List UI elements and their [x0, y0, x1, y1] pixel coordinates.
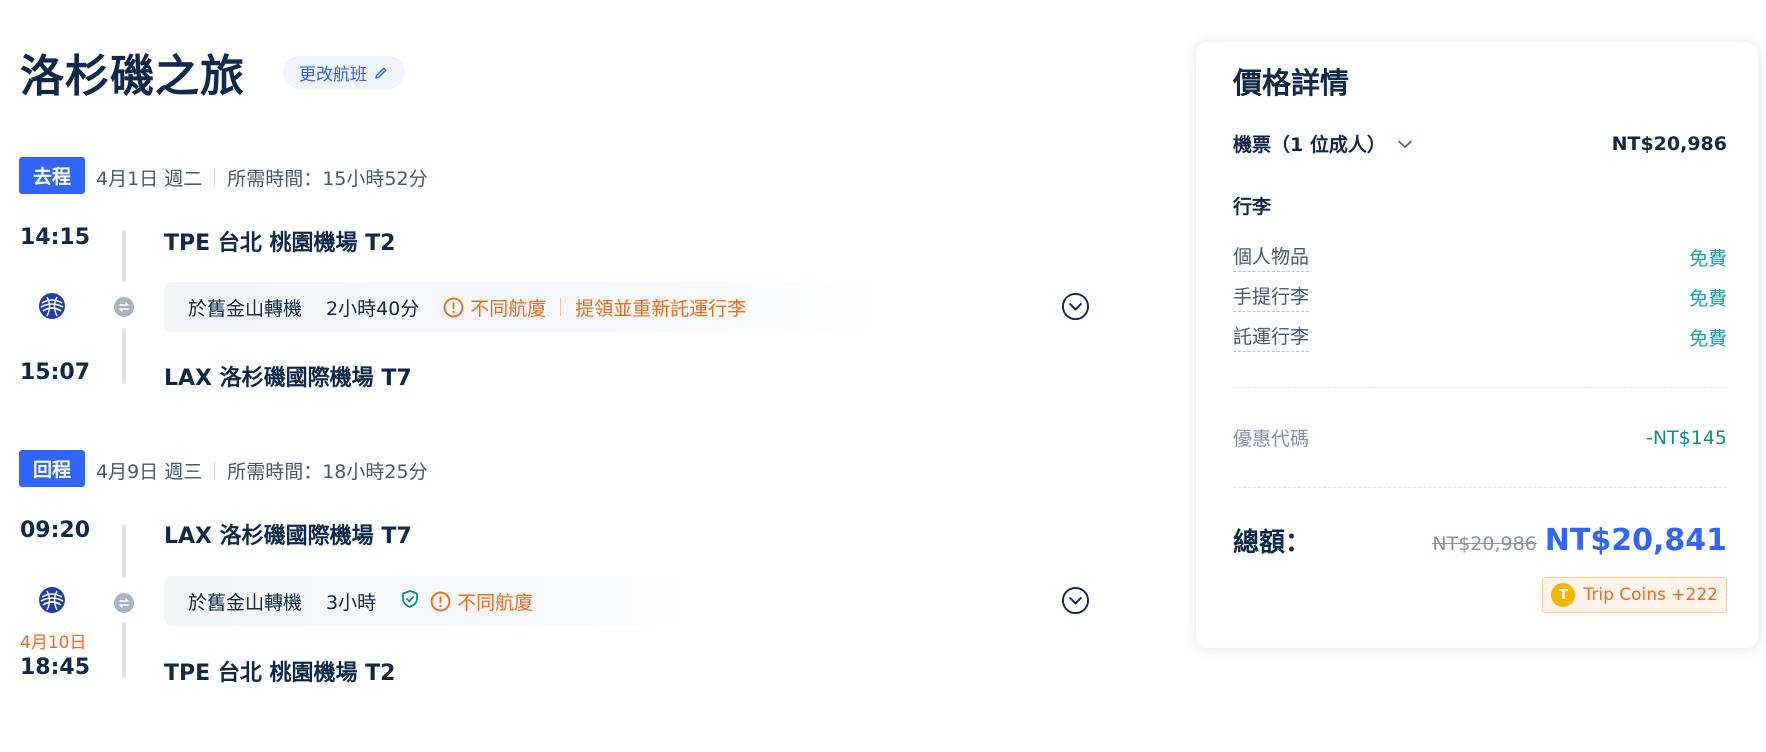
transfer-city: 於舊金山轉機: [188, 297, 303, 320]
divider: [214, 168, 216, 187]
outbound-depart-airport: TPE 台北 桃園機場 T2: [164, 231, 396, 256]
baggage-value: 免費: [1688, 327, 1727, 350]
price-title: 價格詳情: [1233, 66, 1350, 100]
transfer-icon: [114, 593, 134, 613]
change-flight-label: 更改航班: [299, 65, 367, 85]
baggage-title: 行李: [1233, 196, 1272, 218]
outbound-date: 4月1日 週二: [96, 168, 203, 190]
ticket-price: NT$20,986: [1611, 132, 1727, 155]
warning-text: 不同航廈: [457, 591, 534, 614]
timeline-line: [122, 622, 126, 678]
baggage-value: 免費: [1688, 247, 1727, 270]
chevron-down-circle-icon[interactable]: [1061, 292, 1090, 321]
ticket-row: 機票（1 位成人） NT$20,986: [1233, 130, 1727, 157]
united-airlines-logo: [39, 293, 65, 319]
promo-row: 優惠代碼 -NT$145: [1233, 424, 1727, 451]
outbound-arrive-airport: LAX 洛杉磯國際機場 T7: [164, 366, 412, 391]
return-arrive-time: 18:45: [20, 655, 91, 680]
promo-value: -NT$145: [1645, 426, 1727, 449]
return-arrive-airport: TPE 台北 桃園機場 T2: [164, 661, 396, 686]
transfer-duration: 3小時: [326, 591, 377, 614]
outbound-info: 4月1日 週二 所需時間：15小時52分: [96, 164, 428, 191]
transfer-icon: [114, 297, 134, 317]
outbound-transfer-bar: 於舊金山轉機 2小時40分 不同航廈 提領並重新託運行李: [164, 282, 884, 332]
return-depart-time: 09:20: [20, 518, 91, 543]
change-flight-button[interactable]: 更改航班: [283, 56, 405, 89]
return-info: 4月9日 週三 所需時間：18小時25分: [96, 457, 428, 484]
return-transfer-bar: 於舊金山轉機 3小時 不同航廈: [164, 576, 694, 626]
pencil-icon: [375, 67, 387, 79]
transfer-duration: 2小時40分: [326, 297, 420, 320]
baggage-label[interactable]: 個人物品: [1233, 242, 1310, 272]
timeline-line: [122, 230, 126, 282]
total-label: 總額：: [1233, 528, 1312, 558]
timeline-line: [122, 328, 126, 384]
outbound-badge: 去程: [19, 157, 85, 194]
united-airlines-logo: [39, 587, 65, 613]
trip-coins-badge: T Trip Coins +222: [1542, 577, 1727, 613]
baggage-row: 託運行李 免費: [1233, 322, 1727, 352]
price-details-panel: 價格詳情 機票（1 位成人） NT$20,986 行李 個人物品 免費 手提行李…: [1196, 42, 1758, 648]
warning-icon: [443, 297, 464, 317]
outbound-arrive-time: 15:07: [20, 360, 91, 385]
warning-text: 不同航廈: [470, 297, 547, 320]
terminal-warning: 不同航廈: [430, 588, 533, 615]
outbound-depart-time: 14:15: [20, 225, 91, 250]
return-date: 4月9日 週三: [96, 461, 203, 483]
shield-icon: [400, 589, 420, 614]
total-price: NT$20,841: [1544, 523, 1727, 558]
baggage-row: 手提行李 免費: [1233, 282, 1727, 312]
divider: [1233, 387, 1727, 388]
ticket-toggle[interactable]: 機票（1 位成人）: [1233, 130, 1414, 157]
baggage-warning: 提領並重新託運行李: [575, 297, 747, 320]
page-title: 洛杉磯之旅: [20, 51, 245, 102]
divider: [560, 298, 562, 316]
chevron-down-icon: [1398, 140, 1412, 148]
return-badge: 回程: [19, 450, 85, 487]
baggage-value: 免費: [1688, 287, 1727, 310]
warning-icon: [430, 591, 451, 611]
total-row: 總額： NT$20,986 NT$20,841: [1233, 522, 1727, 559]
outbound-duration: 所需時間：15小時52分: [227, 168, 428, 190]
original-total: NT$20,986: [1432, 533, 1537, 555]
timeline-line: [122, 524, 126, 578]
return-duration: 所需時間：18小時25分: [227, 461, 428, 483]
terminal-warning: 不同航廈: [443, 294, 546, 321]
return-depart-airport: LAX 洛杉磯國際機場 T7: [164, 524, 412, 549]
next-day-label: 4月10日: [20, 633, 87, 653]
baggage-label[interactable]: 託運行李: [1233, 322, 1310, 352]
ticket-label: 機票（1 位成人）: [1233, 134, 1386, 156]
transfer-city: 於舊金山轉機: [188, 591, 303, 614]
divider: [1233, 487, 1727, 488]
coin-icon: T: [1551, 583, 1576, 607]
chevron-down-circle-icon[interactable]: [1061, 586, 1090, 615]
trip-coins-text: Trip Coins +222: [1583, 585, 1718, 605]
promo-label: 優惠代碼: [1233, 428, 1310, 450]
divider: [214, 461, 216, 480]
baggage-label[interactable]: 手提行李: [1233, 282, 1310, 312]
baggage-row: 個人物品 免費: [1233, 242, 1727, 272]
